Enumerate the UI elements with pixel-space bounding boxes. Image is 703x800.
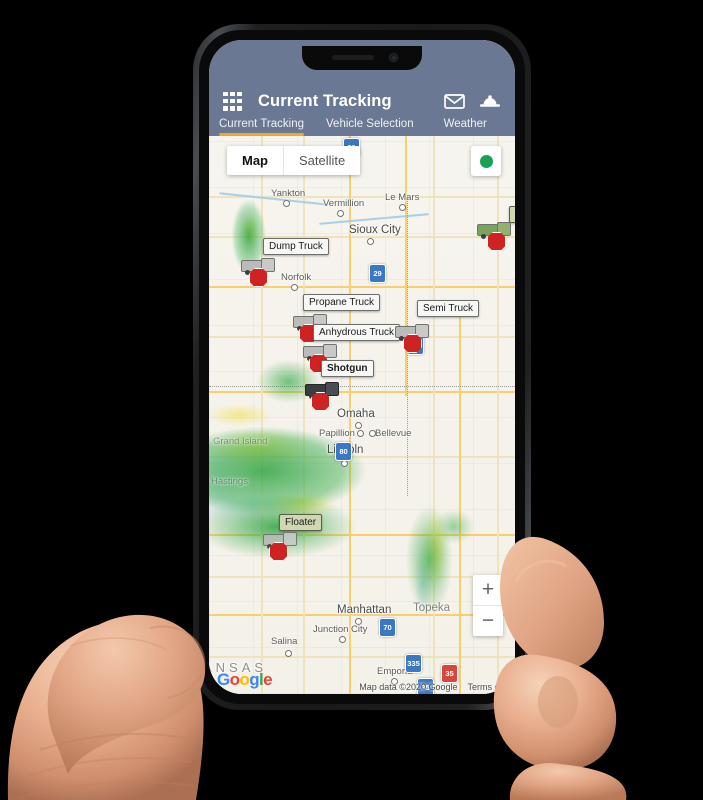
city-dot bbox=[339, 636, 346, 643]
tab-vehicle-selection[interactable]: Vehicle Selection bbox=[326, 118, 414, 136]
page-title: Current Tracking bbox=[258, 91, 392, 110]
hard-hat-icon[interactable] bbox=[479, 90, 501, 112]
vehicle-label: Shotgun bbox=[321, 360, 374, 377]
city-label: Sioux City bbox=[349, 224, 401, 236]
map-type-map[interactable]: Map bbox=[227, 146, 284, 175]
city-label: Le Mars bbox=[385, 192, 420, 203]
envelope-icon[interactable] bbox=[443, 90, 465, 112]
tab-weather[interactable]: Weather bbox=[444, 118, 487, 136]
status-button[interactable] bbox=[471, 146, 501, 176]
zoom-in-button[interactable]: + bbox=[473, 575, 503, 606]
city-label: Papillion bbox=[319, 428, 355, 439]
device-notch bbox=[302, 46, 422, 70]
vehicle-label: Floater bbox=[279, 514, 323, 531]
city-dot bbox=[337, 210, 344, 217]
vehicle-label: Anhydrous Truck bbox=[313, 324, 401, 341]
green-status-dot-icon bbox=[479, 154, 493, 168]
city-label: Hastings bbox=[211, 476, 248, 487]
map-canvas[interactable]: Map Satellite Yankton Vermillion Le Mars… bbox=[209, 136, 515, 694]
city-dot bbox=[369, 430, 376, 437]
thumb bbox=[47, 614, 206, 774]
grid-menu-icon[interactable] bbox=[223, 91, 242, 111]
city-dot bbox=[283, 200, 290, 207]
city-dot bbox=[285, 650, 292, 657]
map-type-satellite[interactable]: Satellite bbox=[284, 146, 360, 175]
city-label: Salina bbox=[271, 636, 298, 647]
camera-lens bbox=[391, 55, 396, 60]
palm bbox=[7, 621, 204, 800]
ring-finger bbox=[509, 763, 627, 800]
map-attribution: Map data ©2020 Google Terms of U bbox=[359, 682, 515, 692]
city-label: Vermillion bbox=[323, 198, 365, 209]
vehicle-label: Ro bbox=[509, 206, 515, 223]
city-dot bbox=[291, 284, 298, 291]
city-dot bbox=[367, 238, 374, 245]
tab-bar: Current Tracking Vehicle Selection Weath… bbox=[209, 118, 515, 145]
stop-marker-icon bbox=[311, 392, 330, 411]
zoom-controls[interactable]: + − bbox=[473, 575, 503, 636]
stop-marker-icon bbox=[487, 232, 506, 251]
app-header-row: Current Tracking bbox=[209, 82, 515, 120]
tab-current-tracking[interactable]: Current Tracking bbox=[219, 118, 305, 136]
zoom-out-button[interactable]: − bbox=[473, 606, 503, 636]
city-label: Bellevue bbox=[375, 428, 412, 439]
map-type-toggle[interactable]: Map Satellite bbox=[227, 146, 361, 175]
city-label: Manhattan bbox=[337, 604, 392, 616]
city-label: Yankton bbox=[271, 188, 306, 199]
highway-shield: 335 bbox=[405, 654, 422, 673]
highway-shield: 70 bbox=[379, 618, 396, 637]
city-label: Topeka bbox=[413, 602, 451, 614]
vehicle-label: Dump Truck bbox=[263, 238, 329, 255]
city-label: Junction City bbox=[313, 624, 368, 635]
phone-screen: Current Tracking Current Tracking Vehicl… bbox=[209, 40, 515, 694]
google-logo: Google bbox=[217, 670, 273, 689]
city-label: Omaha bbox=[337, 408, 375, 420]
phone-bezel: Current Tracking Current Tracking Vehicl… bbox=[199, 30, 525, 704]
stop-marker-icon bbox=[249, 268, 268, 287]
highway-shield: 29 bbox=[369, 264, 386, 283]
vehicle-label: Semi Truck bbox=[417, 300, 480, 317]
highway-shield: 35 bbox=[441, 664, 458, 683]
earpiece-speaker bbox=[332, 55, 374, 60]
city-label: Norfolk bbox=[281, 272, 312, 283]
front-camera bbox=[389, 53, 398, 62]
phone-device: Current Tracking Current Tracking Vehicl… bbox=[193, 24, 531, 710]
map-data-credit: Map data ©2020 Google bbox=[359, 682, 458, 692]
screenshot-root: Current Tracking Current Tracking Vehicl… bbox=[0, 0, 703, 800]
city-dot bbox=[355, 422, 362, 429]
stop-marker-icon bbox=[403, 334, 422, 353]
highway-shield: 80 bbox=[335, 442, 352, 461]
vehicle-label: Propane Truck bbox=[303, 294, 381, 311]
terms-link[interactable]: Terms of U bbox=[467, 682, 511, 692]
city-dot bbox=[357, 430, 364, 437]
city-label: Grand Island bbox=[213, 436, 268, 447]
city-dot bbox=[399, 204, 406, 211]
city-dot bbox=[341, 460, 348, 467]
